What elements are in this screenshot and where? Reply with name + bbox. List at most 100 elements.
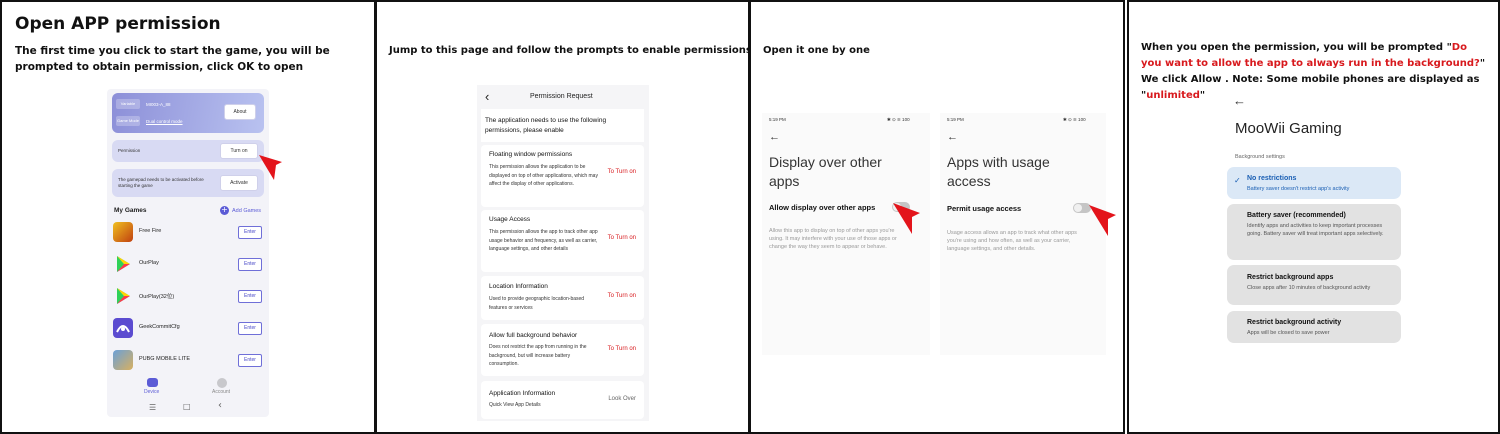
panel2-title: Jump to this page and follow the prompts… xyxy=(389,45,752,56)
game-name: Free Fire xyxy=(139,228,162,234)
enter-button[interactable]: Enter xyxy=(238,290,262,303)
panel3-title: Open it one by one xyxy=(763,45,870,56)
instruction-highlight: unlimited xyxy=(1146,90,1200,101)
intro-card: The application needs to use the followi… xyxy=(481,109,644,142)
enter-button[interactable]: Enter xyxy=(238,322,262,335)
section-label: Background settings xyxy=(1235,154,1285,160)
status-icons: ✱ ⊙ ≋ 100 xyxy=(887,117,910,122)
play-store-icon xyxy=(113,254,133,274)
option-title: Restrict background apps xyxy=(1247,274,1334,281)
permission-title: Application Information xyxy=(489,390,556,397)
option-desc: Identify apps and activities to keep imp… xyxy=(1247,223,1384,237)
geek-commit-icon xyxy=(113,318,133,338)
play-store-icon xyxy=(113,286,133,306)
option-no-restrictions[interactable]: ✓ No restrictions Battery saver doesn't … xyxy=(1227,167,1401,199)
game-mode-label: Game Mode xyxy=(116,116,140,126)
enter-button[interactable]: Enter xyxy=(238,226,262,239)
option-desc: Battery saver doesn't restrict app's act… xyxy=(1247,186,1350,192)
game-mode-value[interactable]: Dual control mode xyxy=(146,119,183,124)
game-name: PUBG MOBILE LITE xyxy=(139,356,191,362)
permission-card: Usage Access This permission allows the … xyxy=(481,210,644,272)
permission-card: Application Information Quick View App D… xyxy=(481,381,644,419)
screen-heading: Apps with usage access xyxy=(947,154,1050,189)
device-header-card: Variable MI003-A_88 Game Mode Dual contr… xyxy=(112,93,264,133)
permission-title: Location Information xyxy=(489,283,548,290)
back-nav-icon[interactable]: ‹ xyxy=(218,400,222,411)
game-row: OurPlay(32位) Enter xyxy=(113,286,265,310)
menu-nav-icon[interactable]: ☰ xyxy=(149,403,156,412)
game-row: PUBG MOBILE LITE Enter xyxy=(113,350,265,374)
instruction-text: " xyxy=(1199,90,1206,101)
device-nav-icon[interactable] xyxy=(147,378,158,387)
look-over-button[interactable]: Look Over xyxy=(608,396,636,402)
enter-button[interactable]: Enter xyxy=(238,354,262,367)
option-title: No restrictions xyxy=(1247,175,1297,182)
option-title: Battery saver (recommended) xyxy=(1247,212,1346,219)
permission-label: Permission xyxy=(118,148,141,153)
activate-row: The gamepad needs to be activated before… xyxy=(112,169,264,197)
toggle-label: Permit usage access xyxy=(947,204,1022,213)
permission-desc: Does not restrict the app from running i… xyxy=(489,344,587,367)
option-title: Restrict background activity xyxy=(1247,319,1342,326)
check-icon: ✓ xyxy=(1234,176,1241,185)
red-pointer-icon xyxy=(893,203,920,234)
option-desc: Close apps after 10 minutes of backgroun… xyxy=(1247,285,1371,291)
permission-row: Permission Turn on xyxy=(112,140,264,162)
account-nav-icon[interactable] xyxy=(217,378,227,388)
variable-value: MI003-A_88 xyxy=(146,102,171,107)
gamepad-note: The gamepad needs to be activated before… xyxy=(118,177,204,188)
back-arrow-icon[interactable]: ‹ xyxy=(485,89,489,104)
option-battery-saver[interactable]: Battery saver (recommended) Identify app… xyxy=(1227,204,1401,260)
about-button[interactable]: About xyxy=(224,104,256,120)
nav-device-label[interactable]: Device xyxy=(144,389,159,395)
option-desc: Apps will be closed to save power xyxy=(1247,330,1330,336)
game-name: OurPlay xyxy=(139,260,159,266)
panel4-instructions: When you open the permission, you will b… xyxy=(1141,40,1486,104)
permission-desc: This permission allows the app to track … xyxy=(489,229,598,252)
option-restrict-background-activity[interactable]: Restrict background activity Apps will b… xyxy=(1227,311,1401,343)
add-icon[interactable]: + xyxy=(220,206,229,215)
usage-access-screen: 5:19 PM ✱ ⊙ ≋ 100 ← Apps with usage acce… xyxy=(940,113,1106,355)
back-arrow-icon[interactable]: ← xyxy=(1233,93,1246,108)
permission-request-title: Permission Request xyxy=(530,93,593,100)
permission-desc: This permission allows the application t… xyxy=(489,164,598,187)
option-restrict-background-apps[interactable]: Restrict background apps Close apps afte… xyxy=(1227,265,1401,305)
permission-card: Location Information Used to provide geo… xyxy=(481,276,644,320)
instruction-text: When you open the permission, you will b… xyxy=(1141,42,1452,53)
panel1-subtitle: The first time you click to start the ga… xyxy=(15,45,330,73)
status-icons: ✱ ⊙ ≋ 100 xyxy=(1063,117,1086,122)
to-turn-on-button[interactable]: To Turn on xyxy=(608,346,636,352)
turn-on-button[interactable]: Turn on xyxy=(220,143,258,159)
pubg-icon xyxy=(113,350,133,370)
activate-button[interactable]: Activate xyxy=(220,175,258,191)
game-row: Free Fire Enter xyxy=(113,222,265,246)
back-arrow-icon[interactable]: ← xyxy=(947,131,958,143)
screen-heading: Display over other apps xyxy=(769,154,882,189)
to-turn-on-button[interactable]: To Turn on xyxy=(608,169,636,175)
red-pointer-icon xyxy=(1089,205,1116,236)
enter-button[interactable]: Enter xyxy=(238,258,262,271)
app-name-title: MooWii Gaming xyxy=(1235,120,1342,137)
to-turn-on-button[interactable]: To Turn on xyxy=(608,293,636,299)
permission-card: Floating window permissions This permiss… xyxy=(481,145,644,207)
to-turn-on-button[interactable]: To Turn on xyxy=(608,235,636,241)
screen-desc: Usage access allows an app to track what… xyxy=(947,230,1077,252)
nav-account-label[interactable]: Account xyxy=(212,389,230,395)
permission-title: Floating window permissions xyxy=(489,151,573,158)
status-time: 5:19 PM xyxy=(947,117,964,122)
back-arrow-icon[interactable]: ← xyxy=(769,131,780,143)
game-row: GeekCommitCfg Enter xyxy=(113,318,265,342)
permission-title: Allow full background behavior xyxy=(489,332,578,339)
add-games-link[interactable]: Add Games xyxy=(232,208,261,214)
free-fire-icon xyxy=(113,222,133,242)
game-row: OurPlay Enter xyxy=(113,254,265,278)
permission-title: Usage Access xyxy=(489,216,531,223)
game-name: GeekCommitCfg xyxy=(139,324,180,330)
red-pointer-icon xyxy=(259,155,282,180)
permission-desc: Quick View App Details xyxy=(489,402,541,408)
game-name: OurPlay(32位) xyxy=(139,294,175,300)
home-nav-icon[interactable]: □ xyxy=(183,402,191,411)
intro-text: The application needs to use the followi… xyxy=(485,117,607,134)
variable-label: Variable xyxy=(116,99,140,109)
my-games-label: My Games xyxy=(114,207,147,214)
